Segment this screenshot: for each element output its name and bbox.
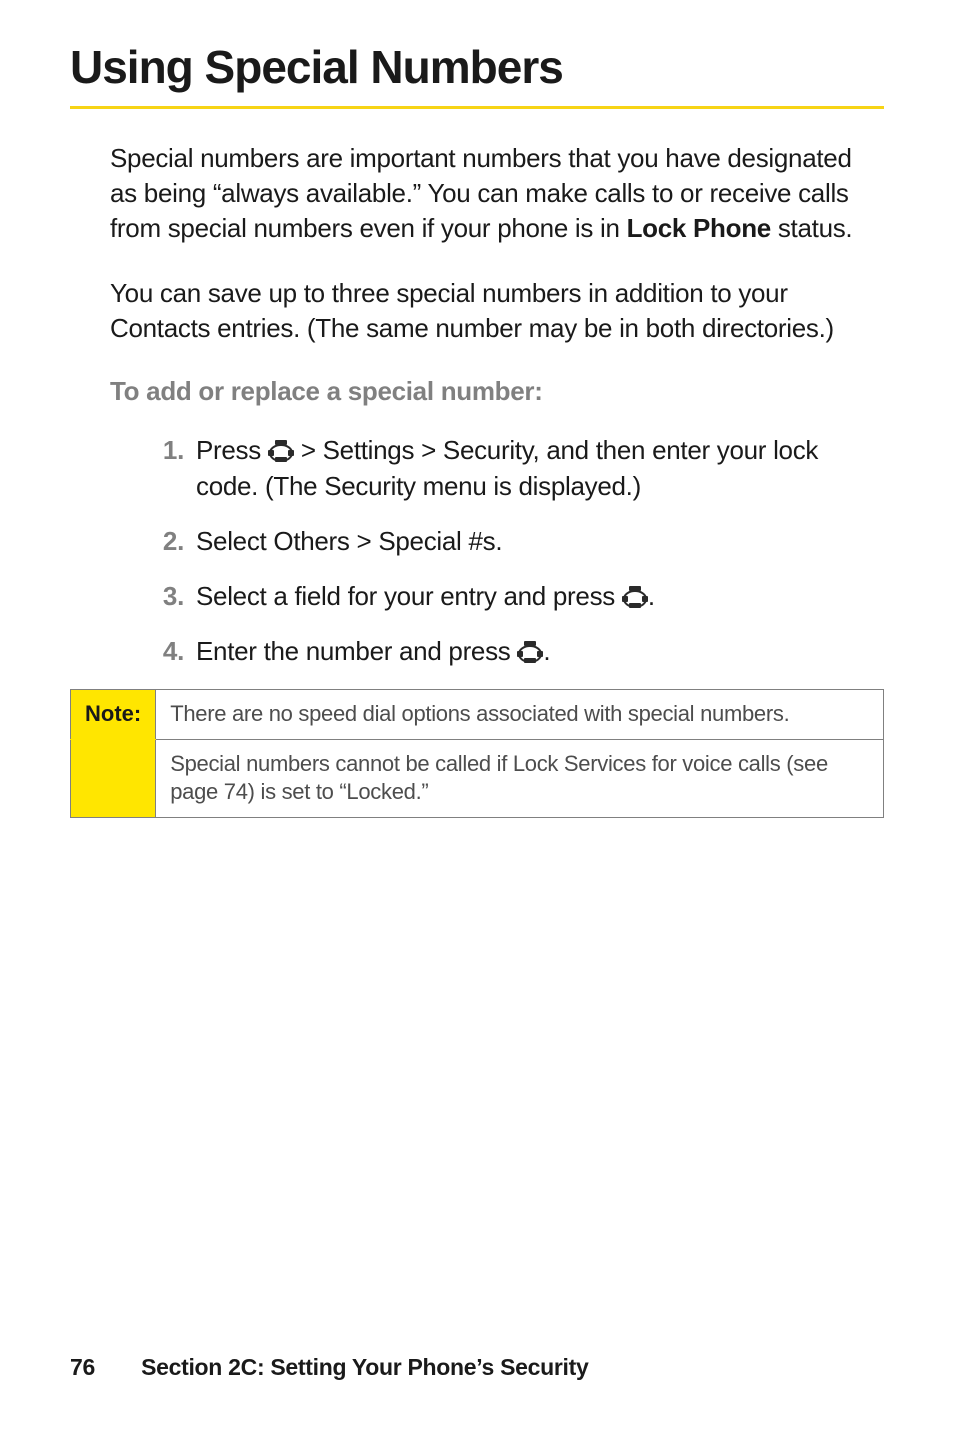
note-label-blank bbox=[71, 739, 156, 817]
page-title: Using Special Numbers bbox=[70, 40, 884, 94]
step-text: . bbox=[648, 581, 655, 611]
step-4: 4. Enter the number and press . bbox=[140, 634, 874, 669]
step-text: Enter the number and press bbox=[196, 636, 517, 666]
intro-paragraph-1: Special numbers are important numbers th… bbox=[110, 141, 874, 246]
steps-list: 1.Press > Settings > Security, and then … bbox=[140, 433, 874, 668]
section-label: Section 2C: Setting Your Phone’s Securit… bbox=[141, 1354, 588, 1380]
note-row-1: There are no speed dial options associat… bbox=[156, 689, 884, 739]
step-bold-text: > Settings > Security bbox=[294, 435, 533, 465]
step-text: Select a field for your entry and press bbox=[196, 581, 622, 611]
ok-key-icon bbox=[268, 436, 294, 458]
step-2: 2. Select Others > Special #s. bbox=[140, 524, 874, 559]
step-number: 2. bbox=[140, 524, 184, 559]
title-underline bbox=[70, 106, 884, 109]
step-text: . bbox=[495, 526, 502, 556]
step-text: Select bbox=[196, 526, 273, 556]
step-1: 1.Press > Settings > Security, and then … bbox=[140, 433, 874, 503]
ok-key-icon bbox=[517, 637, 543, 659]
p1-tail: status. bbox=[771, 213, 852, 243]
sub-heading: To add or replace a special number: bbox=[110, 376, 884, 407]
p1-bold-lock-phone: Lock Phone bbox=[627, 213, 771, 243]
step-number: 4. bbox=[140, 634, 184, 669]
step-text: Press bbox=[196, 435, 268, 465]
step-number: 1. bbox=[140, 433, 184, 468]
page-footer: 76 Section 2C: Setting Your Phone’s Secu… bbox=[70, 1354, 884, 1381]
step-text: . bbox=[543, 636, 550, 666]
step-3: 3. Select a field for your entry and pres… bbox=[140, 579, 874, 614]
page-number: 76 bbox=[70, 1354, 95, 1381]
step-bold-text: Others > Special #s bbox=[273, 526, 495, 556]
intro-paragraph-2: You can save up to three special numbers… bbox=[110, 276, 874, 346]
note-label: Note: bbox=[71, 689, 156, 739]
note-box: Note: There are no speed dial options as… bbox=[70, 689, 884, 818]
ok-key-icon bbox=[622, 582, 648, 604]
note-row-2: Special numbers cannot be called if Lock… bbox=[156, 739, 884, 817]
step-number: 3. bbox=[140, 579, 184, 614]
